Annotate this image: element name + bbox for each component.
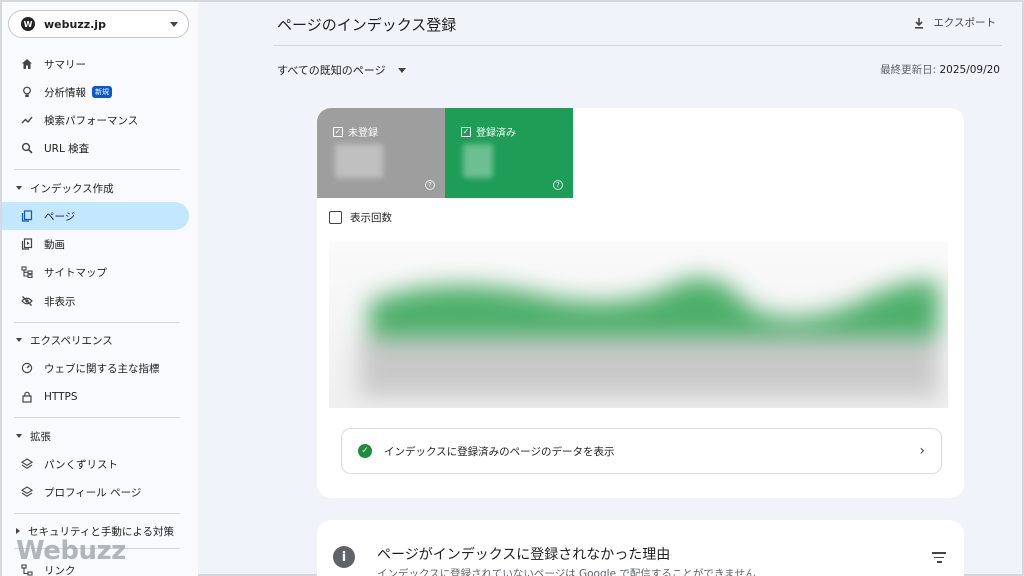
export-button[interactable]: エクスポート: [913, 15, 996, 30]
sidebar-item-label: 動画: [44, 238, 65, 251]
tile-label: 登録済み: [476, 128, 516, 139]
video-icon: [20, 237, 34, 251]
property-name: webuzz.jp: [44, 17, 106, 31]
export-label: エクスポート: [933, 17, 996, 29]
section-label: エクスペリエンス: [30, 334, 113, 347]
divider: [14, 169, 180, 170]
sidebar-item-label: HTTPS: [44, 391, 78, 403]
blurred-chart: [329, 242, 948, 408]
sitemap-icon: [20, 265, 34, 279]
blurred-chart-graphic: [359, 277, 939, 397]
layers-icon: [20, 457, 34, 471]
caret-down-icon: [16, 338, 22, 342]
section-label: インデックス作成: [30, 182, 114, 195]
new-badge: 新規: [92, 86, 112, 98]
main-content: ページのインデックス登録 エクスポート すべての既知のページ 最終更新日: 20…: [198, 2, 1022, 576]
sidebar-item-label: プロフィール ページ: [44, 486, 142, 499]
help-icon[interactable]: ?: [553, 180, 563, 190]
tile-not-indexed[interactable]: ✓ 未登録 ?: [317, 108, 445, 198]
section-experience[interactable]: エクスペリエンス: [2, 328, 189, 352]
sidebar-item-label: 検索パフォーマンス: [44, 114, 139, 127]
divider: [14, 322, 180, 323]
impressions-label: 表示回数: [350, 212, 392, 224]
caret-down-icon: [16, 434, 22, 438]
section-enhancements[interactable]: 拡張: [2, 424, 189, 448]
last-updated: 最終更新日: 2025/09/20: [880, 62, 1000, 77]
chevron-right-icon: ›: [919, 443, 925, 459]
title-bar: ページのインデックス登録 エクスポート: [273, 2, 1002, 46]
sidebar-item-pages[interactable]: ページ: [2, 202, 189, 230]
check-circle-icon: ✓: [358, 444, 372, 458]
help-icon[interactable]: ?: [425, 180, 435, 190]
sidebar-item-label: パンくずリスト: [44, 458, 119, 471]
checkbox-checked-icon: ✓: [333, 126, 343, 137]
sidebar-item-label: ページ: [44, 210, 76, 223]
last-updated-label: 最終更新日:: [880, 64, 937, 76]
filter-selected-value: すべての既知のページ: [277, 64, 386, 77]
info-icon: i: [333, 546, 355, 568]
layers-icon: [20, 485, 34, 499]
tile-label-row: ✓ 登録済み: [461, 124, 573, 139]
sidebar-item-core-web-vitals[interactable]: ウェブに関する主な指標: [2, 354, 189, 382]
sidebar-item-label: ウェブに関する主な指標: [44, 362, 160, 375]
impressions-toggle[interactable]: 表示回数: [329, 210, 392, 225]
download-icon: [915, 17, 924, 29]
divider: [14, 417, 180, 418]
view-indexed-data-link[interactable]: ✓ インデックスに登録済みのページのデータを表示 ›: [341, 428, 942, 474]
caret-down-icon: [16, 186, 22, 190]
eye-off-icon: [20, 294, 34, 308]
gauge-icon: [20, 361, 34, 375]
last-updated-date: 2025/09/20: [939, 64, 1000, 76]
sidebar-item-sitemaps[interactable]: サイトマップ: [2, 258, 189, 286]
property-logo-icon: W: [21, 17, 35, 31]
checkbox-unchecked-icon: [329, 211, 342, 224]
reasons-subtitle: インデックスに登録されていないページは Google で配信することができません: [377, 568, 756, 576]
sidebar-item-label: 分析情報: [44, 86, 86, 99]
blurred-count: [463, 144, 493, 178]
sidebar-item-url-inspection[interactable]: URL 検査: [2, 134, 189, 162]
caret-right-icon: [16, 528, 20, 534]
lock-icon: [20, 390, 34, 404]
section-indexing[interactable]: インデックス作成: [2, 176, 189, 200]
checkbox-checked-icon: ✓: [461, 126, 471, 137]
tile-label: 未登録: [348, 128, 378, 139]
sidebar: W webuzz.jp サマリー 分析情報 新規 検索パフォーマンス URL 検…: [2, 2, 198, 576]
reasons-title: ページがインデックスに登録されなかった理由: [377, 547, 671, 563]
tile-label-row: ✓ 未登録: [333, 124, 445, 139]
blurred-count: [335, 144, 383, 178]
sidebar-item-profile-page[interactable]: プロフィール ページ: [2, 478, 189, 506]
divider: [14, 513, 180, 514]
sidebar-item-label: 非表示: [44, 295, 76, 308]
trending-icon: [20, 113, 34, 127]
sidebar-item-label: URL 検査: [44, 142, 90, 155]
pages-icon: [20, 209, 34, 223]
page-filter-dropdown[interactable]: すべての既知のページ: [277, 62, 406, 78]
page-title: ページのインデックス登録: [277, 16, 457, 34]
filter-icon[interactable]: [932, 552, 946, 566]
chevron-down-icon: [170, 21, 178, 27]
sidebar-item-videos[interactable]: 動画: [2, 230, 189, 258]
lightbulb-icon: [20, 85, 34, 99]
index-status-card: ✓ 未登録 ? ✓ 登録済み ? 表示回数 ✓ インデックスに登録済みのページの…: [317, 108, 964, 498]
sidebar-item-label: サイトマップ: [44, 266, 107, 279]
section-label: 拡張: [30, 430, 51, 443]
not-indexed-reasons-card: i ページがインデックスに登録されなかった理由 インデックスに登録されていないペ…: [317, 520, 964, 576]
watermark-logo: Webuzz: [16, 536, 126, 566]
home-icon: [20, 57, 34, 71]
sidebar-item-summary[interactable]: サマリー: [2, 50, 189, 78]
sidebar-item-breadcrumbs[interactable]: パンくずリスト: [2, 450, 189, 478]
sidebar-item-insights[interactable]: 分析情報 新規: [2, 78, 189, 106]
search-icon: [20, 141, 34, 155]
chevron-down-icon: [397, 67, 406, 73]
sidebar-item-removals[interactable]: 非表示: [2, 287, 189, 315]
property-selector[interactable]: W webuzz.jp: [8, 10, 189, 38]
sidebar-item-label: サマリー: [44, 58, 86, 71]
sidebar-item-https[interactable]: HTTPS: [2, 383, 189, 411]
tile-indexed[interactable]: ✓ 登録済み ?: [445, 108, 573, 198]
sidebar-item-performance[interactable]: 検索パフォーマンス: [2, 106, 189, 134]
view-data-label: インデックスに登録済みのページのデータを表示: [384, 445, 615, 458]
